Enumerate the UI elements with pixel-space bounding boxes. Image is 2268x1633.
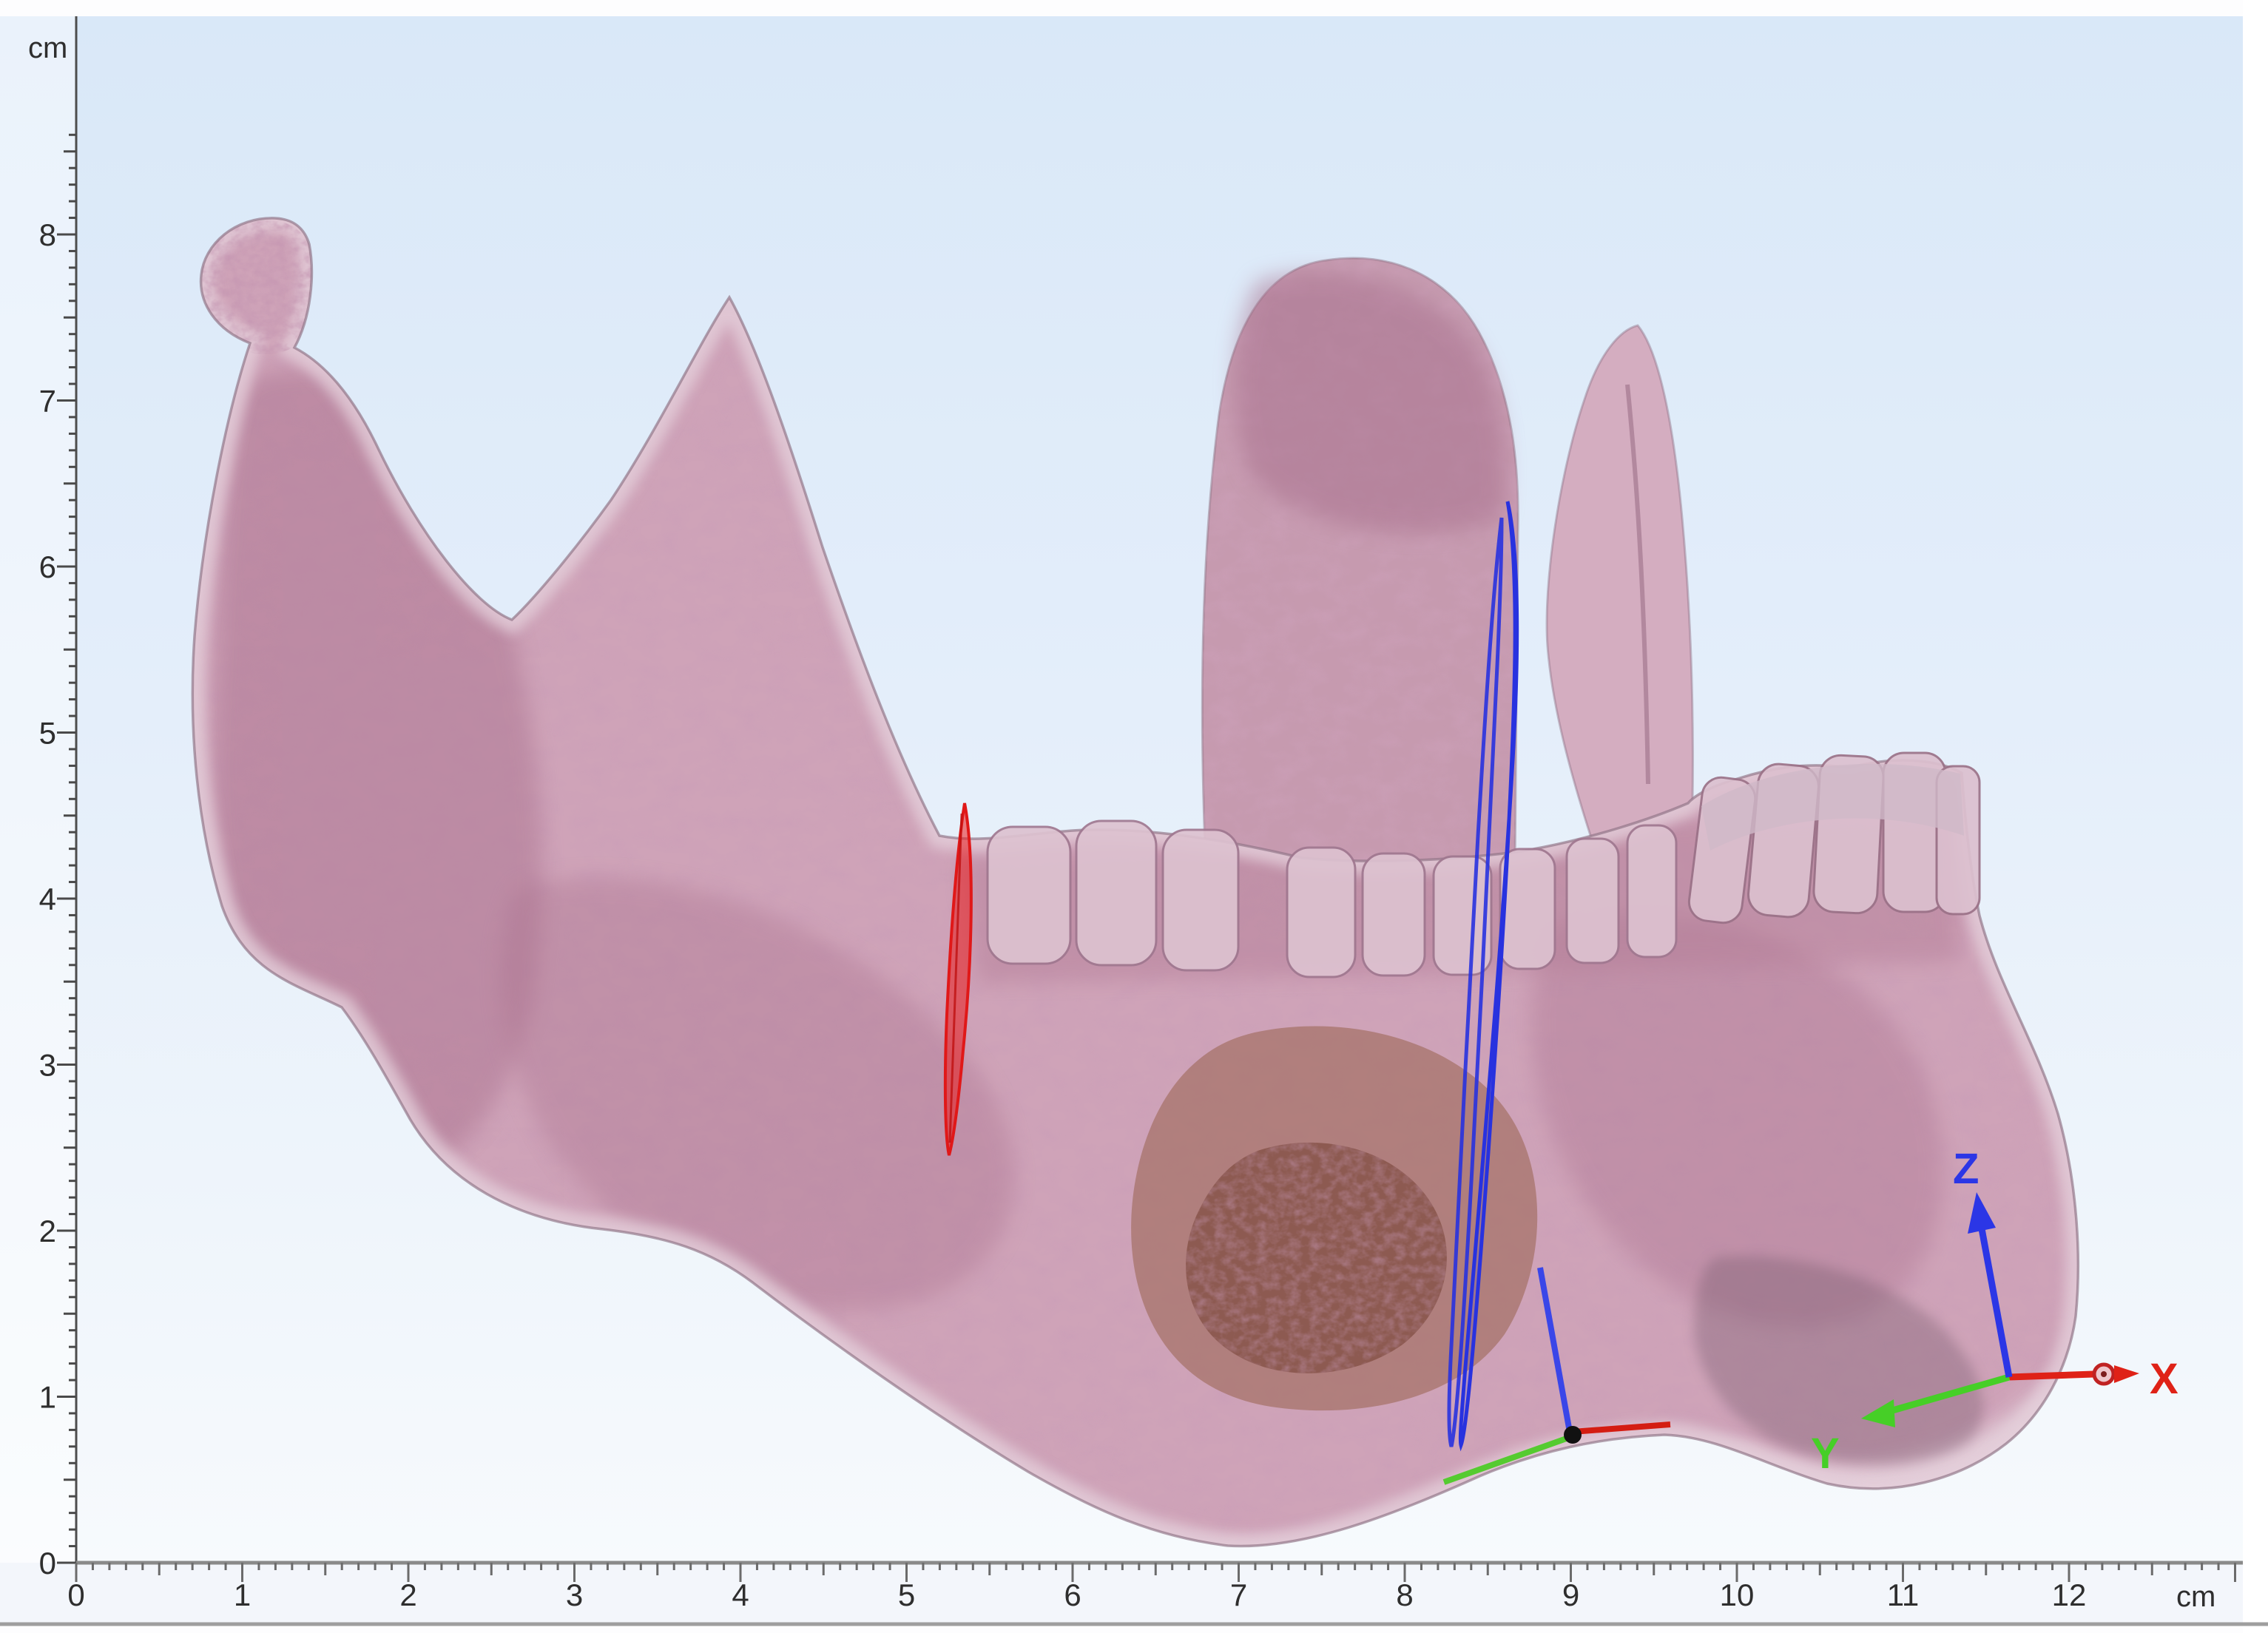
tooth-incisor-near-1 — [1567, 839, 1619, 963]
v-ruler-label: 2 — [39, 1214, 56, 1248]
h-ruler-label: 11 — [1887, 1578, 1920, 1612]
tooth-premolar-2 — [1363, 853, 1425, 976]
v-ruler-label: 5 — [39, 716, 56, 751]
right-margin — [2243, 0, 2268, 1633]
tooth-canine-near — [1500, 849, 1555, 969]
v-ruler-label: 8 — [39, 217, 56, 252]
x-axis-ring-dot — [2101, 1371, 2107, 1377]
v-ruler-label: 1 — [39, 1380, 56, 1415]
far-ramus-condyle — [1202, 258, 1518, 865]
y-axis-label: Y — [1811, 1430, 1840, 1478]
teeth-front-group — [1687, 753, 1980, 925]
h-ruler-label: 2 — [399, 1578, 416, 1612]
x-axis-label: X — [2150, 1355, 2178, 1403]
h-ruler-label: 6 — [1064, 1578, 1081, 1612]
h-ruler-label: 4 — [732, 1578, 749, 1612]
ruler-unit-bottom: cm — [2176, 1580, 2215, 1613]
h-ruler-label: 9 — [1562, 1578, 1579, 1612]
x-axis-line — [2009, 1374, 2093, 1377]
h-ruler-label: 0 — [67, 1578, 84, 1612]
h-ruler-label: 5 — [898, 1578, 915, 1612]
h-ruler-label: 12 — [2052, 1578, 2087, 1612]
v-ruler-label: 3 — [39, 1048, 56, 1083]
probe-point-dot — [1564, 1426, 1582, 1444]
tooth-molar-3 — [1163, 830, 1238, 970]
h-ruler-label: 7 — [1230, 1578, 1247, 1612]
h-ruler-label: 1 — [234, 1578, 251, 1612]
3d-viewport[interactable]: X Y Z 012345678 0123456789101112 cm cm — [0, 0, 2268, 1633]
tooth-premolar-1 — [1287, 848, 1355, 977]
tooth-molar-1 — [988, 827, 1070, 964]
lesion-texture — [1186, 1143, 1447, 1373]
v-ruler-label: 6 — [39, 550, 56, 584]
z-axis-label: Z — [1953, 1145, 1979, 1193]
left-ruler-margin — [0, 16, 76, 1563]
h-ruler-label: 10 — [1720, 1578, 1755, 1612]
v-ruler-label: 7 — [39, 384, 56, 419]
scene-svg: X Y Z 012345678 0123456789101112 cm cm — [0, 0, 2268, 1633]
v-ruler-label: 0 — [39, 1546, 56, 1580]
tooth-incisor-near-2 — [1627, 825, 1676, 957]
ruler-unit-top: cm — [28, 32, 67, 64]
v-ruler-label: 4 — [39, 882, 56, 916]
h-ruler-label: 8 — [1396, 1578, 1413, 1612]
h-ruler-label: 3 — [566, 1578, 583, 1612]
tooth-molar-2 — [1076, 821, 1156, 965]
bottom-ruler-margin — [0, 1563, 2268, 1624]
